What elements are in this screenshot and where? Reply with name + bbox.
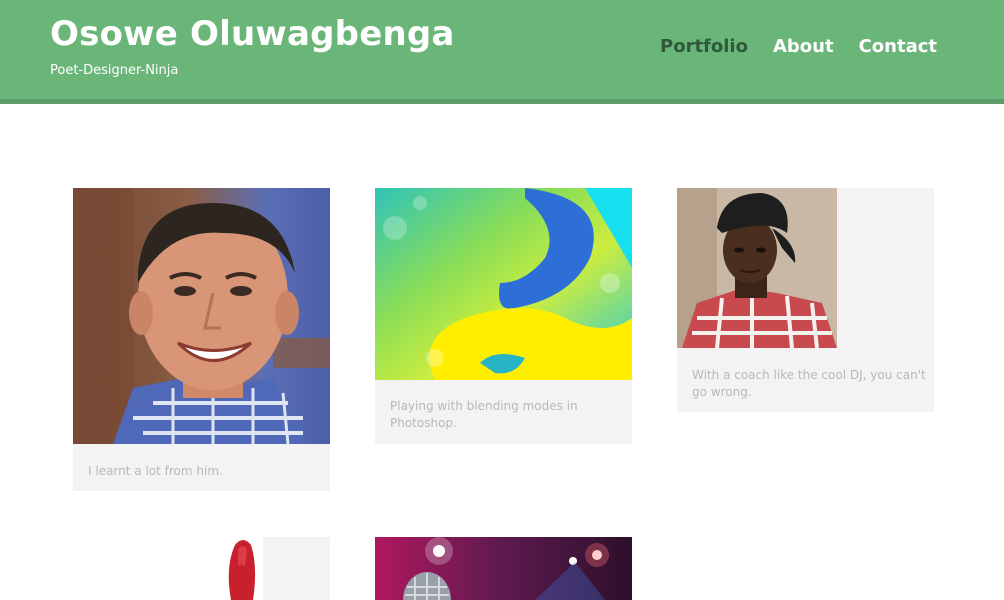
portfolio-card[interactable] <box>73 537 330 600</box>
card-caption: With a coach like the cool DJ, you can't… <box>692 368 926 399</box>
man-in-cap-photo[interactable] <box>677 188 837 348</box>
card-caption: I learnt a lot from him. <box>88 464 223 478</box>
site-tagline: Poet-Designer-Ninja <box>50 63 179 78</box>
smiling-man-photo[interactable] <box>73 188 330 444</box>
portfolio-card[interactable]: I learnt a lot from him. <box>73 188 330 491</box>
card-caption: Playing with blending modes in Photoshop… <box>390 399 578 430</box>
portfolio-card[interactable]: With a coach like the cool DJ, you can't… <box>677 188 934 412</box>
abstract-gradient-artwork[interactable] <box>375 188 632 380</box>
nav-portfolio[interactable]: Portfolio <box>660 36 748 57</box>
site-title[interactable]: Osowe Oluwagbenga <box>50 14 455 54</box>
nav-about[interactable]: About <box>773 36 834 57</box>
portfolio-card[interactable] <box>375 537 632 600</box>
portfolio-card[interactable]: Playing with blending modes in Photoshop… <box>375 188 632 444</box>
site-header: Osowe Oluwagbenga Poet-Designer-Ninja Po… <box>0 0 1004 104</box>
nav-contact[interactable]: Contact <box>859 36 937 57</box>
main-nav: Portfolio About Contact <box>660 36 937 57</box>
microphone-stage-photo[interactable] <box>375 537 632 600</box>
red-object-photo[interactable] <box>73 537 330 600</box>
